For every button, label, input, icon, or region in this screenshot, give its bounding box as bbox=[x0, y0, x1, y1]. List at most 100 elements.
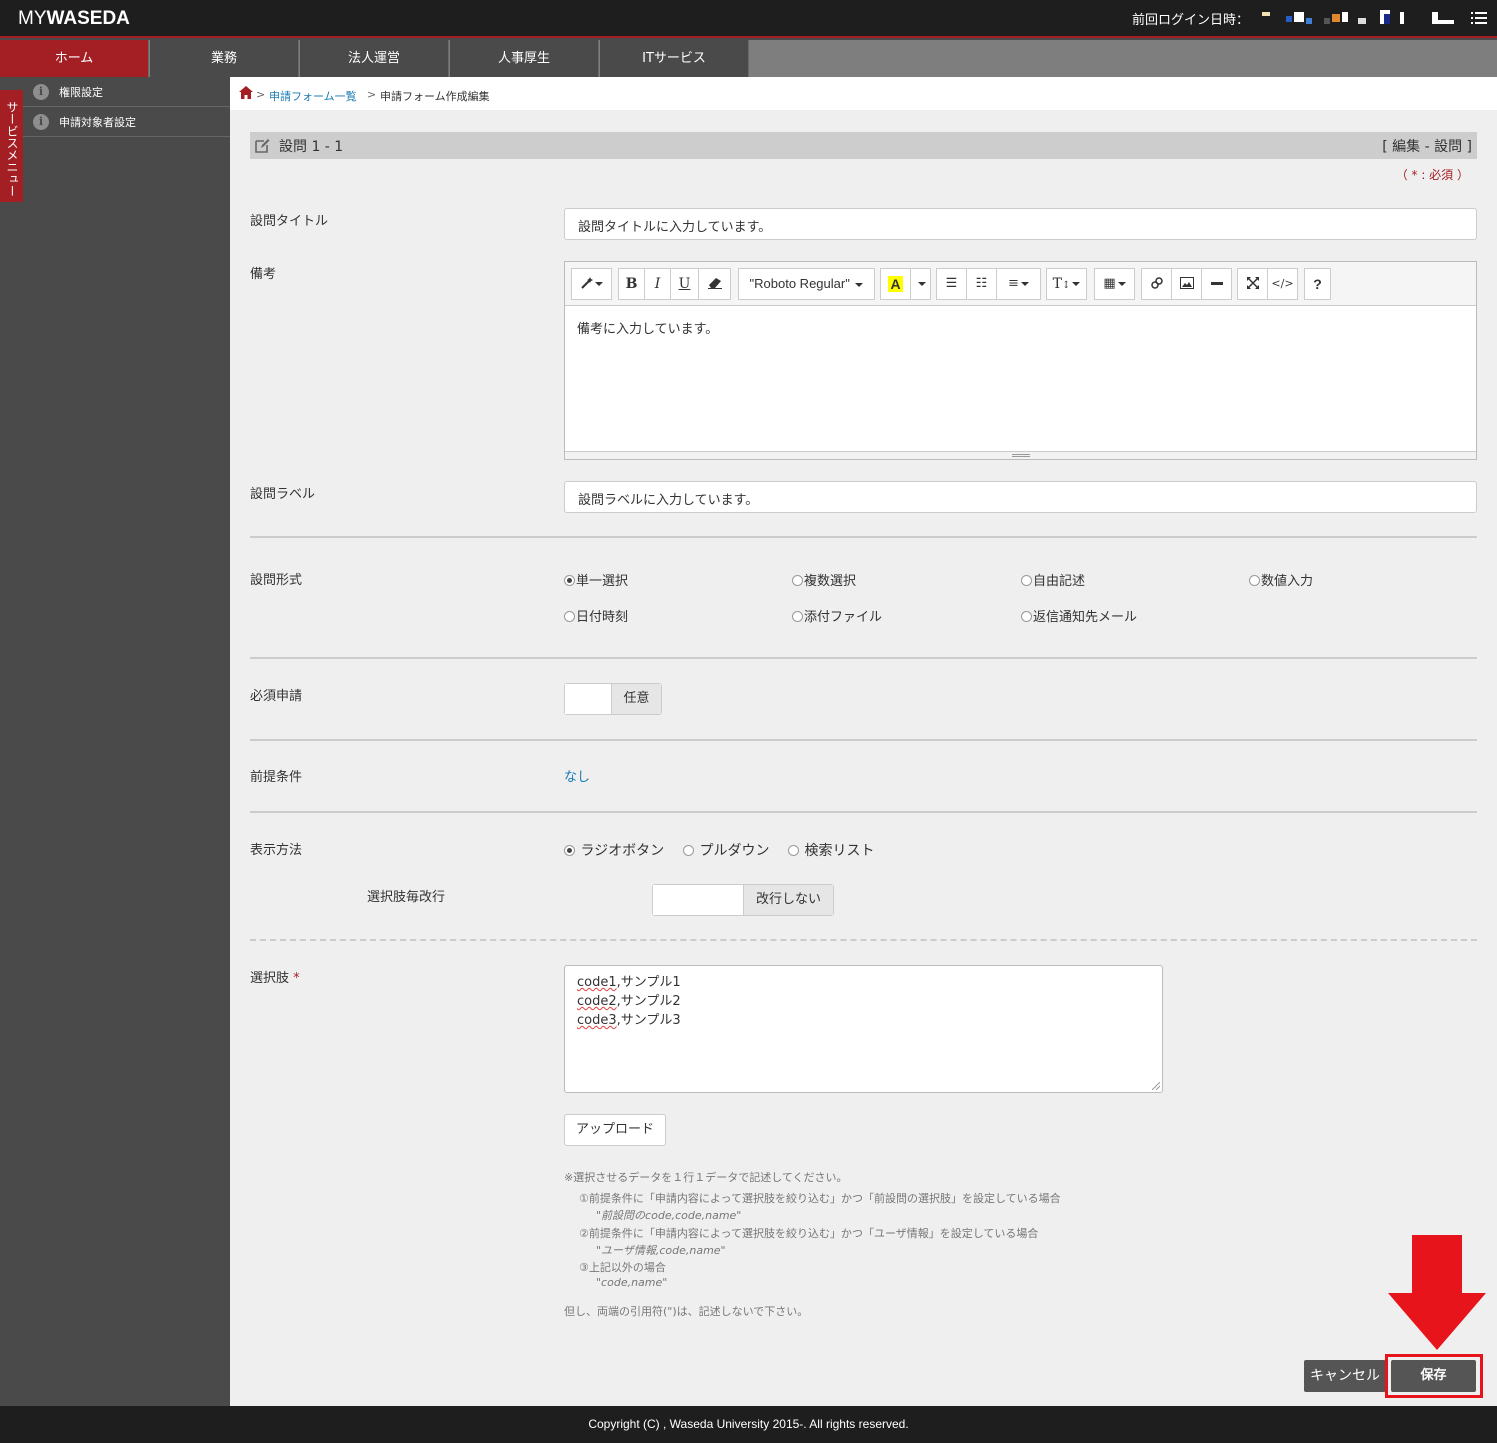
ordered-list-button[interactable]: ☷ bbox=[966, 268, 997, 300]
sidebar-item-label: 権限設定 bbox=[59, 86, 103, 99]
display-radio-radiobutton[interactable]: ラジオボタン bbox=[564, 840, 664, 860]
style-magic-button[interactable] bbox=[571, 268, 612, 300]
hamburger-menu-icon[interactable] bbox=[1471, 10, 1487, 26]
required-note: （ * : 必須 ） bbox=[1395, 168, 1469, 182]
red-arrow-down-icon bbox=[1388, 1235, 1486, 1350]
cancel-button[interactable]: キャンセル bbox=[1304, 1360, 1386, 1392]
required-asterisk: * bbox=[293, 971, 300, 986]
choices-label: 選択肢 * bbox=[250, 971, 300, 986]
format-radio-attachment[interactable]: 添付ファイル bbox=[792, 606, 882, 625]
paragraph-align-button[interactable]: ≡ bbox=[996, 268, 1041, 300]
required-toggle[interactable]: 任意 bbox=[564, 683, 662, 715]
question-title-input[interactable]: 設問タイトルに入力しています。 bbox=[564, 208, 1477, 240]
choice-line: code1,サンプル1 bbox=[577, 975, 681, 990]
info-icon: i bbox=[33, 114, 49, 130]
sidebar-item-applicants[interactable]: i 申請対象者設定 bbox=[0, 107, 230, 137]
radio-dot bbox=[564, 611, 575, 622]
sidebar-item-permissions[interactable]: i 権限設定 bbox=[0, 77, 230, 107]
line-height-icon: ↕ bbox=[1061, 280, 1071, 291]
precondition-link[interactable]: なし bbox=[564, 766, 590, 785]
choices-textarea[interactable]: code1,サンプル1 code2,サンプル2 code3,サンプル3 bbox=[564, 965, 1163, 1093]
resize-grip-icon[interactable] bbox=[1152, 1082, 1160, 1090]
toggle-knob bbox=[565, 684, 611, 714]
masked-login-datetime bbox=[1262, 10, 1458, 26]
fullscreen-button[interactable] bbox=[1237, 268, 1268, 300]
mywaseda-logo[interactable]: MYWASEDA bbox=[18, 8, 130, 30]
format-radio-free-text[interactable]: 自由記述 bbox=[1021, 570, 1085, 589]
bold-button[interactable]: B bbox=[618, 268, 645, 300]
breadcrumb-form-list-link[interactable]: 申請フォーム一覧 bbox=[269, 88, 357, 104]
linebreak-toggle[interactable]: 改行しない bbox=[652, 884, 834, 916]
highlight-color-button[interactable]: A bbox=[880, 268, 911, 300]
format-radio-number[interactable]: 数値入力 bbox=[1249, 570, 1313, 589]
unordered-list-button[interactable]: ☰ bbox=[936, 268, 967, 300]
editor-resize-handle[interactable] bbox=[565, 451, 1476, 459]
help-text-line: ※選択させるデータを１行１データで記述してください。 bbox=[564, 1171, 848, 1184]
info-icon: i bbox=[33, 84, 49, 100]
top-header: MYWASEDA 前回ログイン日時： bbox=[0, 0, 1497, 38]
horizontal-rule-icon bbox=[1210, 282, 1223, 285]
format-radio-single[interactable]: 単一選択 bbox=[564, 570, 628, 589]
display-method-label: 表示方法 bbox=[250, 843, 303, 858]
format-radio-reply-email[interactable]: 返信通知先メール bbox=[1021, 606, 1137, 625]
required-application-label: 必須申請 bbox=[250, 689, 303, 704]
upload-button[interactable]: アップロード bbox=[564, 1114, 666, 1146]
underline-button[interactable]: U bbox=[670, 268, 699, 300]
question-label-label: 設問ラベル bbox=[250, 487, 316, 502]
tab-it-services[interactable]: ITサービス bbox=[600, 40, 749, 77]
help-text-line: ②前提条件に「申請内容によって選択肢を絞り込む」かつ「ユーザ情報」を設定している… bbox=[579, 1227, 1039, 1240]
footer-copyright: Copyright (C) , Waseda University 2015-.… bbox=[0, 1406, 1497, 1443]
display-radio-search-list[interactable]: 検索リスト bbox=[788, 840, 874, 860]
section-divider bbox=[250, 939, 1477, 941]
display-radio-pulldown[interactable]: プルダウン bbox=[683, 840, 769, 860]
service-menu-tab[interactable]: サービスメニュー bbox=[0, 90, 23, 202]
font-family-dropdown[interactable]: "Roboto Regular" bbox=[738, 268, 875, 300]
save-button[interactable]: 保存 bbox=[1391, 1360, 1476, 1392]
format-radio-multiple[interactable]: 複数選択 bbox=[792, 570, 856, 589]
highlight-a-icon: A bbox=[888, 276, 903, 292]
breadcrumb-separator: > bbox=[256, 88, 266, 101]
radio-dot bbox=[564, 845, 575, 856]
precondition-label: 前提条件 bbox=[250, 770, 303, 785]
eraser-button[interactable] bbox=[698, 268, 731, 300]
radio-dot bbox=[1021, 611, 1032, 622]
link-button[interactable] bbox=[1141, 268, 1172, 300]
code-view-button[interactable]: </> bbox=[1267, 268, 1298, 300]
home-icon[interactable] bbox=[239, 86, 253, 99]
tab-business[interactable]: 業務 bbox=[150, 40, 299, 77]
main-nav: ホーム 業務 法人運営 人事厚生 ITサービス bbox=[0, 40, 1497, 77]
help-text-line: ①前提条件に「申請内容によって選択肢を絞り込む」かつ「前設問の選択肢」を設定して… bbox=[579, 1192, 1061, 1205]
image-button[interactable] bbox=[1171, 268, 1202, 300]
help-text-line: "ユーザ情報,code,name" bbox=[596, 1244, 726, 1257]
italic-button[interactable]: I bbox=[644, 268, 671, 300]
code-icon: </> bbox=[1271, 277, 1294, 290]
question-title: 設問 1 - 1 bbox=[279, 139, 344, 155]
help-button[interactable]: ? bbox=[1304, 268, 1331, 300]
table-button[interactable]: ▦ bbox=[1094, 268, 1135, 300]
edit-mode-label: [ 編集 - 設問 ] bbox=[1382, 139, 1472, 155]
radio-dot bbox=[564, 575, 575, 586]
tab-hr[interactable]: 人事厚生 bbox=[450, 40, 599, 77]
note-editor-content[interactable]: 備考に入力しています。 bbox=[577, 318, 718, 337]
help-text-line: "code,name" bbox=[596, 1276, 668, 1289]
sidebar-item-label: 申請対象者設定 bbox=[59, 116, 136, 129]
linebreak-per-choice-label: 選択肢毎改行 bbox=[367, 890, 446, 905]
question-format-label: 設問形式 bbox=[250, 573, 303, 588]
help-text-line: 但し、両端の引用符(")は、記述しないで下さい。 bbox=[564, 1305, 809, 1318]
numbered-list-icon: ☷ bbox=[975, 276, 988, 291]
question-label-input[interactable]: 設問ラベルに入力しています。 bbox=[564, 481, 1477, 513]
note-label: 備考 bbox=[250, 267, 277, 282]
help-text-line: "前設問のcode,code,name" bbox=[596, 1209, 742, 1222]
toggle-knob bbox=[653, 885, 743, 915]
line-height-button[interactable]: T↕ bbox=[1046, 268, 1087, 300]
radio-dot bbox=[1021, 575, 1032, 586]
horizontal-rule-button[interactable] bbox=[1201, 268, 1232, 300]
tab-home[interactable]: ホーム bbox=[0, 40, 149, 77]
tab-corporate[interactable]: 法人運営 bbox=[300, 40, 449, 77]
image-icon bbox=[1179, 277, 1194, 289]
radio-dot bbox=[792, 611, 803, 622]
color-dropdown-button[interactable] bbox=[910, 268, 931, 300]
radio-dot bbox=[683, 845, 694, 856]
section-divider bbox=[250, 536, 1477, 538]
format-radio-datetime[interactable]: 日付時刻 bbox=[564, 606, 628, 625]
